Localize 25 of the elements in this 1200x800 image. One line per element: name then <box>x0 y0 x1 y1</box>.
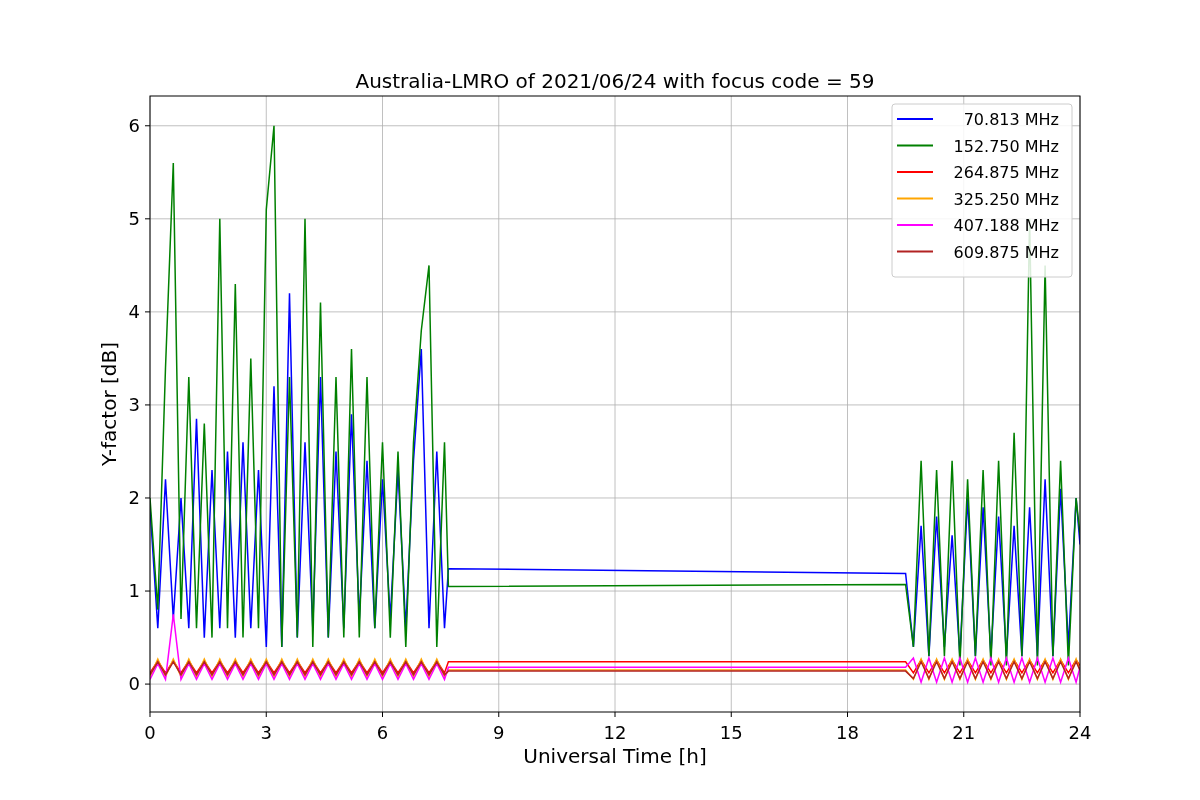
y-tick-label: 2 <box>128 487 140 508</box>
x-tick-label: 24 <box>1068 722 1092 743</box>
legend-label: 70.813 MHz <box>963 110 1059 129</box>
y-tick-label: 0 <box>128 673 140 695</box>
x-tick-label: 6 <box>376 722 389 743</box>
legend-label: 325.250 MHz <box>953 189 1059 209</box>
y-tick-label: 5 <box>128 207 140 229</box>
legend-label: 407.188 MHz <box>953 216 1059 235</box>
x-tick-label: 0 <box>144 722 156 743</box>
x-axis-label: Universal Time [h] <box>523 744 707 768</box>
y-tick-label: 4 <box>128 300 140 322</box>
y-tick-label: 6 <box>128 114 140 136</box>
x-tick-label: 3 <box>260 722 272 743</box>
y-tick-label: 1 <box>128 580 140 602</box>
x-tick-label: 12 <box>603 722 627 743</box>
legend-label: 264.875 MHz <box>953 163 1059 182</box>
x-tick-label: 9 <box>493 722 505 743</box>
legend-label: 609.875 MHz <box>953 242 1059 262</box>
x-tick-label: 18 <box>836 722 859 743</box>
x-tick-label: 15 <box>719 722 743 743</box>
x-tick-label: 21 <box>952 722 976 743</box>
chart-title: Australia-LMRO of 2021/06/24 with focus code = 59 <box>355 69 875 93</box>
y-tick-label: 3 <box>128 393 140 415</box>
y-axis-label: Y-factor [dB] <box>97 342 121 466</box>
legend-label: 152.750 MHz <box>953 136 1059 156</box>
